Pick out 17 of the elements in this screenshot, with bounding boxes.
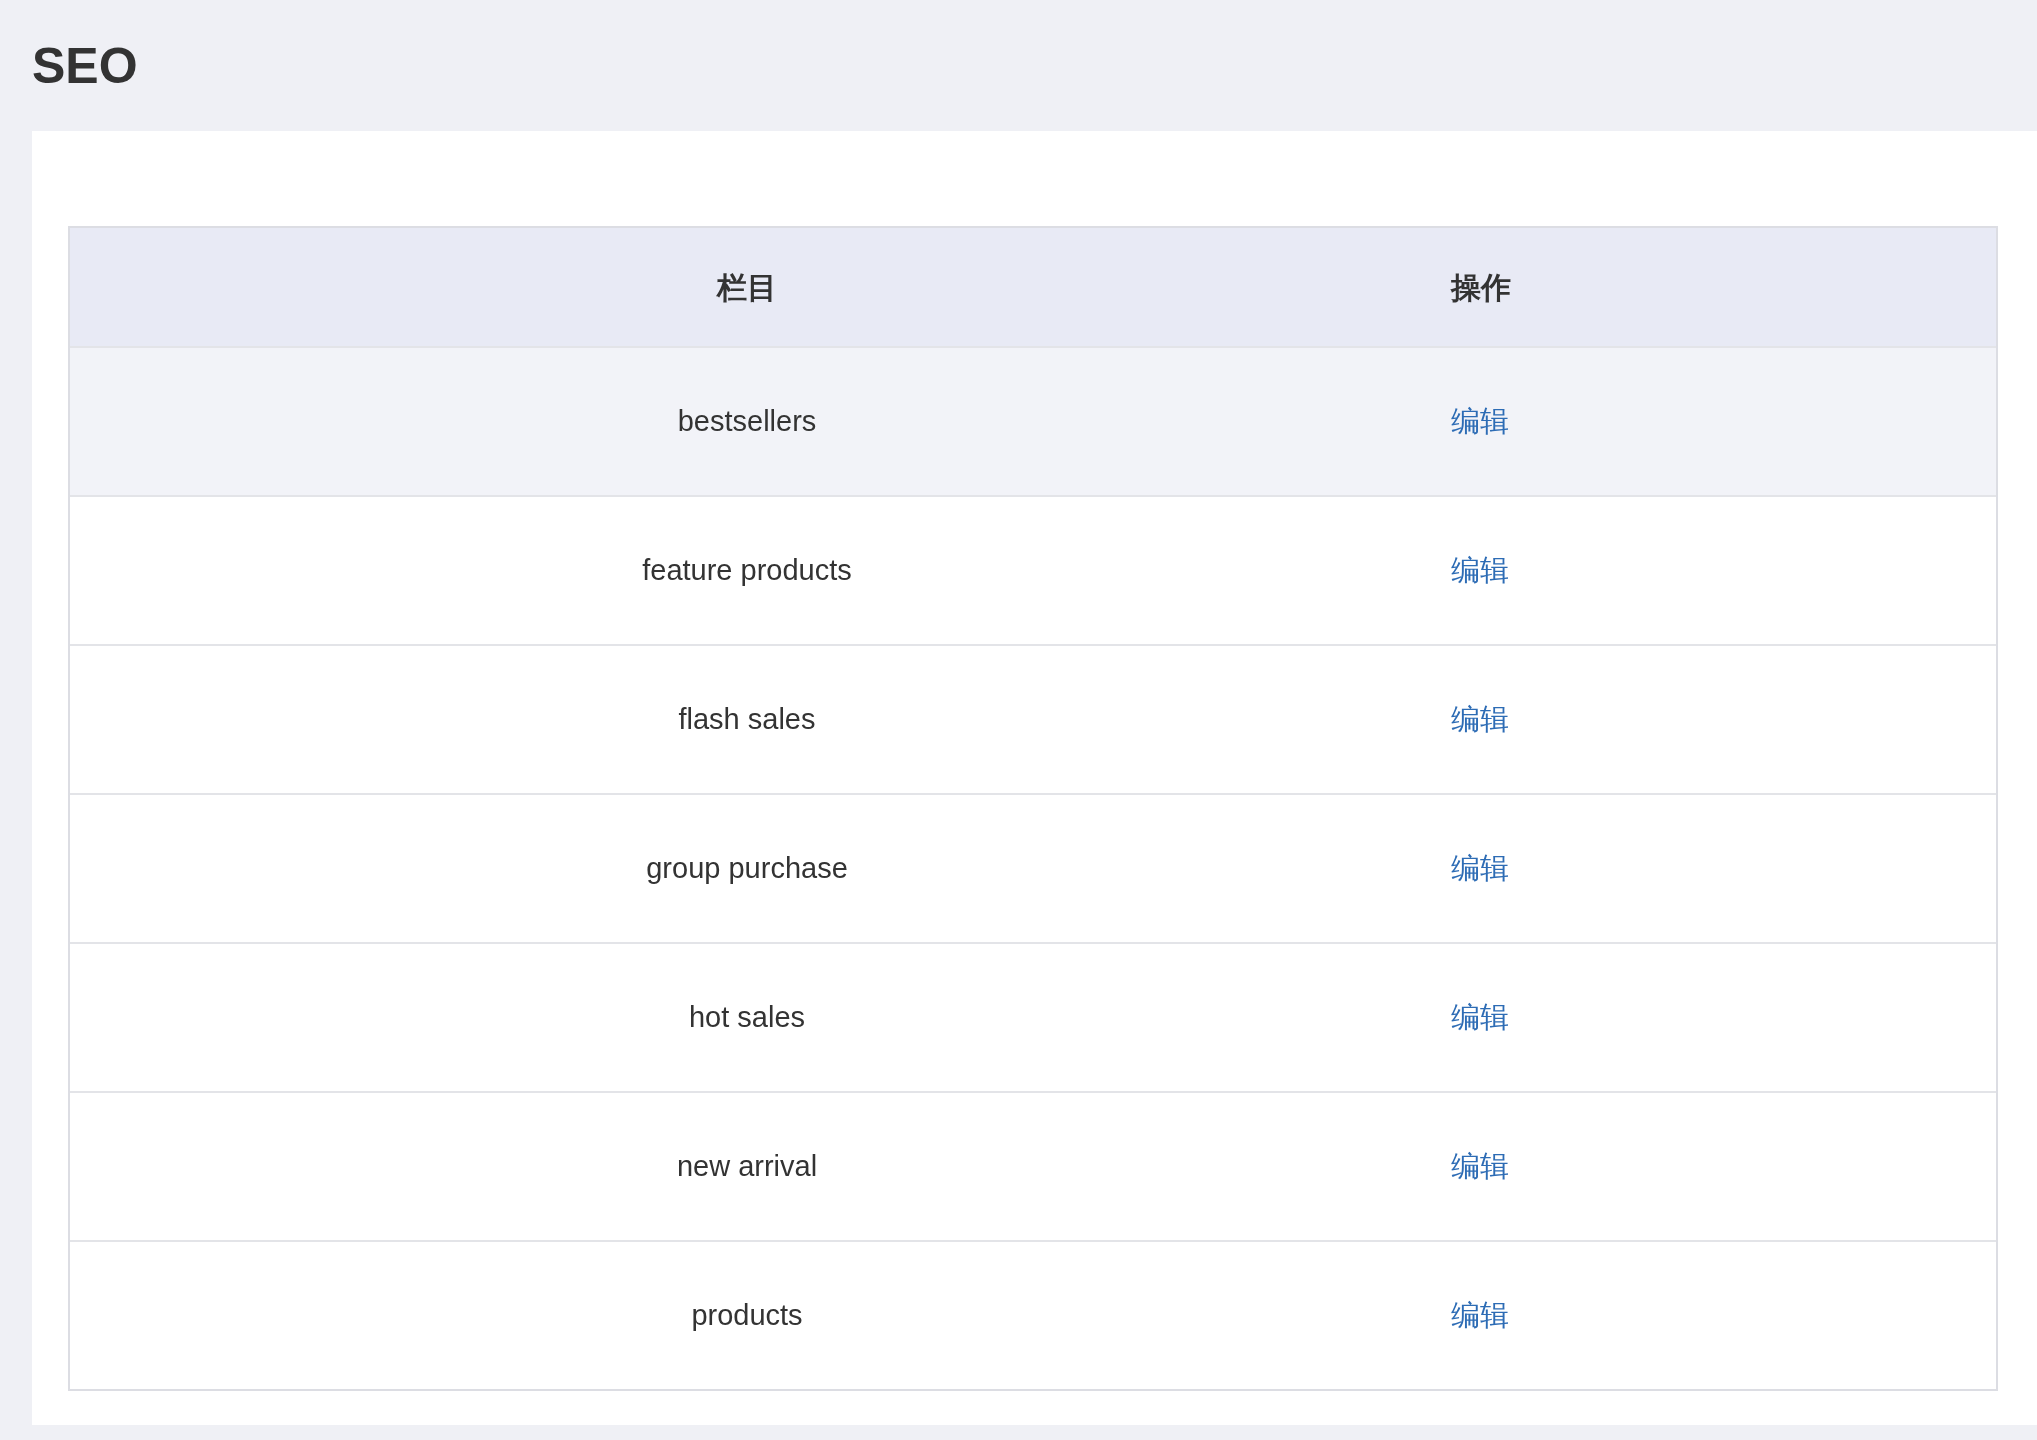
edit-link[interactable]: 编辑 [1451,404,1509,437]
table-cell-text: products [691,1297,803,1333]
table-cell-text: new arrival [676,1148,818,1184]
edit-link[interactable]: 编辑 [1451,1149,1509,1182]
column-header: 栏目 [717,269,777,306]
edit-link[interactable]: 编辑 [1451,851,1509,884]
edit-link[interactable]: 编辑 [1451,553,1509,586]
table-cell-text: hot sales [688,999,806,1035]
edit-link[interactable]: 编辑 [1451,1298,1509,1331]
column-header: 操作 [1451,270,1511,304]
table-cell-text: feature products [642,552,852,588]
edit-link[interactable]: 编辑 [1451,702,1509,735]
edit-link[interactable]: 编辑 [1451,1000,1509,1033]
table-cell-text: bestsellers [677,403,817,439]
page-title: SEO [32,40,138,91]
table-cell-text: group purchase [646,850,848,886]
table-cell-text: flash sales [678,701,816,737]
